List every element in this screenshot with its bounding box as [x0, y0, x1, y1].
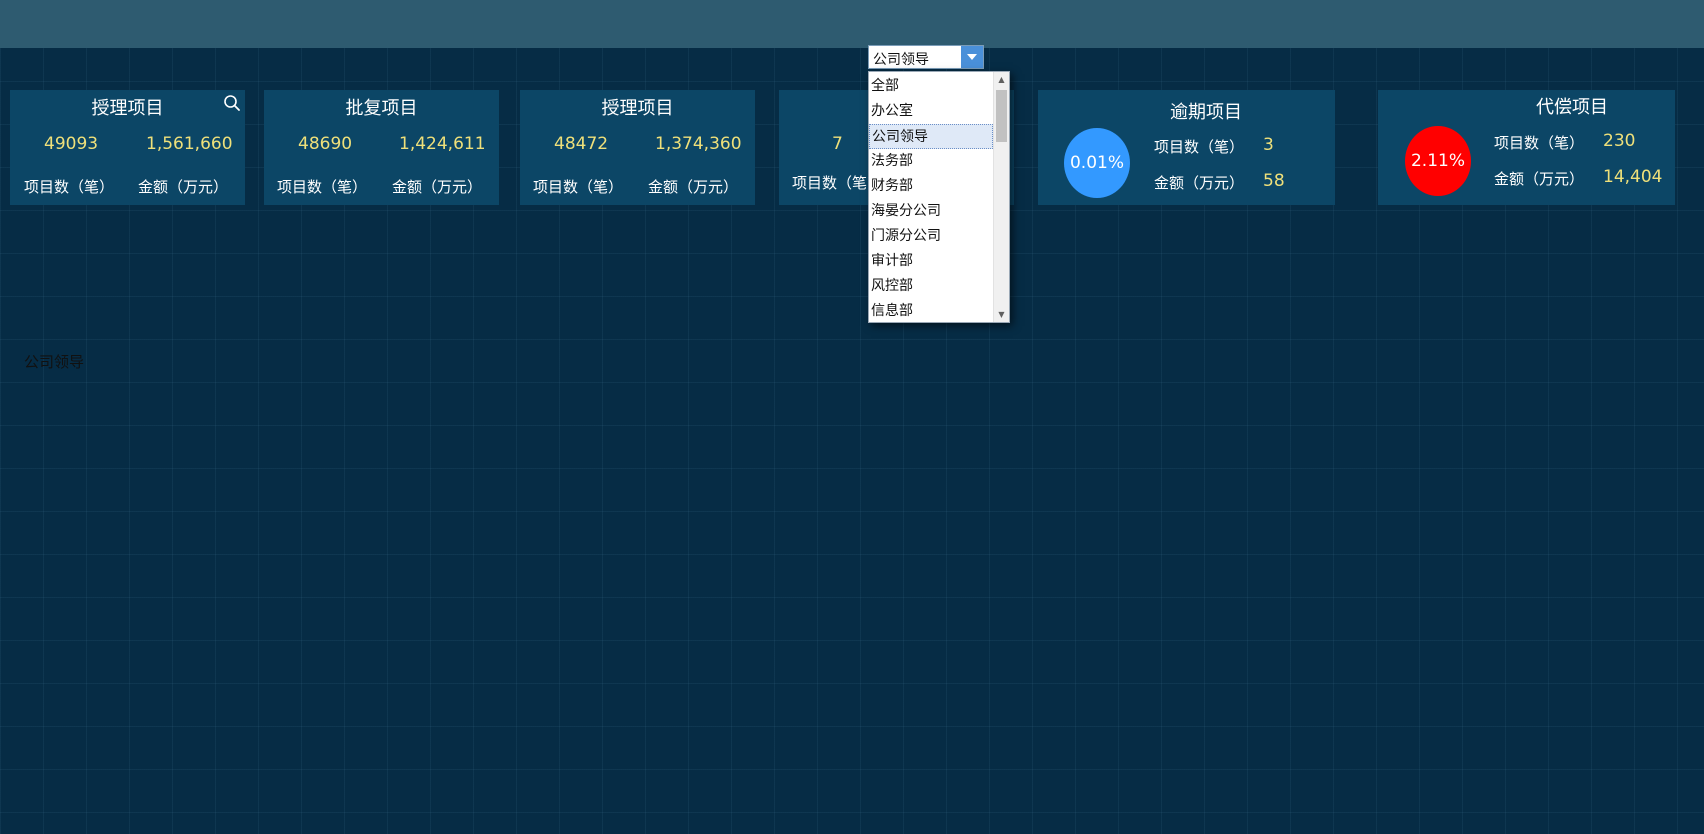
- project-amount: 14,404: [1603, 167, 1663, 187]
- department-dropdown-list[interactable]: 全部 办公室 公司领导 法务部 财务部 海晏分公司 门源分公司 审计部 风控部 …: [868, 71, 1010, 323]
- dropdown-scrollbar[interactable]: ▲ ▼: [993, 72, 1009, 322]
- project-count: 48690: [298, 134, 353, 154]
- dropdown-option-selected[interactable]: 公司领导: [869, 124, 993, 149]
- project-count: 230: [1603, 131, 1636, 151]
- triangle-up-icon[interactable]: ▲: [994, 72, 1009, 87]
- department-select[interactable]: 公司领导: [868, 45, 984, 69]
- amount-label: 金额（万元）: [138, 178, 229, 196]
- amount-label: 金额（万元）: [1154, 174, 1245, 192]
- amount-label: 金额（万元）: [648, 178, 739, 196]
- card-title: 授理项目: [601, 98, 674, 119]
- scrollbar-thumb[interactable]: [996, 90, 1007, 142]
- search-icon[interactable]: [223, 94, 241, 112]
- dropdown-option[interactable]: 风控部: [869, 274, 993, 299]
- count-label: 项目数（笔）: [1154, 138, 1245, 156]
- project-amount: 1,424,611: [399, 134, 486, 154]
- project-count: 7: [832, 134, 843, 154]
- dropdown-option[interactable]: 办公室: [869, 99, 993, 124]
- project-amount: 1,561,660: [146, 134, 233, 154]
- select-value: 公司领导: [873, 52, 929, 68]
- count-label: 项目数（笔）: [533, 178, 624, 196]
- dropdown-option[interactable]: 门源分公司: [869, 224, 993, 249]
- dropdown-option[interactable]: 海晏分公司: [869, 199, 993, 224]
- header-bar: [0, 0, 1704, 48]
- project-amount: 58: [1263, 171, 1285, 191]
- card-accepted-projects-2: 授理项目 48472 1,374,360 项目数（笔） 金额（万元）: [520, 90, 755, 205]
- card-approved-projects: 批复项目 48690 1,424,611 项目数（笔） 金额（万元）: [264, 90, 499, 205]
- card-title: 代偿项目: [1536, 97, 1608, 118]
- triangle-down-icon[interactable]: ▼: [994, 307, 1009, 322]
- dropdown-option[interactable]: 审计部: [869, 249, 993, 274]
- project-amount: 1,374,360: [655, 134, 742, 154]
- count-label: 项目数（笔: [792, 174, 868, 192]
- project-count: 3: [1263, 135, 1274, 155]
- dropdown-option[interactable]: 全部: [869, 74, 993, 99]
- project-count: 48472: [554, 134, 609, 154]
- card-title: 授理项目: [91, 98, 164, 119]
- dropdown-option[interactable]: 信息部: [869, 299, 993, 322]
- card-compensation-projects: 代偿项目 2.11% 项目数（笔） 230 金额（万元） 14,404: [1378, 90, 1675, 205]
- department-label: 公司领导: [24, 353, 85, 371]
- project-count: 49093: [44, 134, 99, 154]
- count-label: 项目数（笔）: [277, 178, 368, 196]
- amount-label: 金额（万元）: [392, 178, 483, 196]
- dropdown-option[interactable]: 法务部: [869, 149, 993, 174]
- count-label: 项目数（笔）: [1494, 134, 1585, 152]
- card-title: 批复项目: [345, 98, 418, 119]
- card-title: 逾期项目: [1170, 102, 1242, 123]
- card-overdue-projects: 逾期项目 0.01% 项目数（笔） 3 金额（万元） 58: [1038, 90, 1335, 205]
- amount-label: 金额（万元）: [1494, 170, 1585, 188]
- chevron-down-icon[interactable]: [961, 46, 983, 68]
- compensation-rate-circle: 2.11%: [1405, 126, 1471, 196]
- count-label: 项目数（笔）: [24, 178, 115, 196]
- dropdown-option[interactable]: 财务部: [869, 174, 993, 199]
- overdue-rate-circle: 0.01%: [1064, 128, 1130, 198]
- card-accepted-projects: 授理项目 49093 1,561,660 项目数（笔） 金额（万元）: [10, 90, 245, 205]
